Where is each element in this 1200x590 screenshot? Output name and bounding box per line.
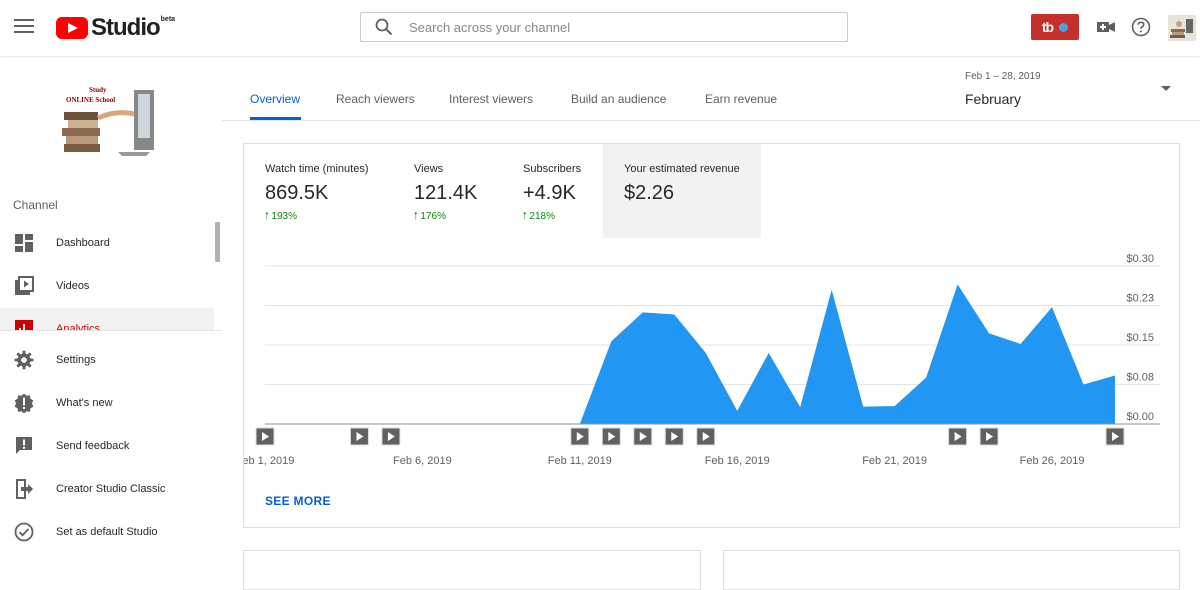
sidebar: Study ONLINE School Channel Dashboard Vi… (0, 56, 222, 565)
classic-studio-icon (16, 479, 33, 499)
video-marker-play-icon[interactable] (255, 427, 275, 446)
tubebuddy-label: tb (1041, 19, 1054, 35)
sidebar-item-send-feedback[interactable]: Send feedback (0, 425, 214, 467)
tab-overview[interactable]: Overview (250, 92, 300, 106)
sidebar-scrollbar[interactable] (215, 222, 220, 262)
sidebar-item-label: Creator Studio Classic (56, 483, 166, 495)
video-marker-play-icon[interactable] (979, 427, 999, 446)
sidebar-section-title: Channel (13, 198, 58, 212)
video-marker-play-icon[interactable] (601, 427, 621, 446)
x-tick-label: Feb 1, 2019 (244, 455, 294, 467)
gear-icon (14, 350, 34, 370)
y-tick-label: $0.30 (1126, 253, 1154, 265)
analytics-tabs: Overview Reach viewers Interest viewers … (222, 56, 1200, 121)
youtube-play-icon (56, 17, 88, 39)
channel-avatar[interactable]: Study ONLINE School (58, 84, 160, 160)
search-icon (375, 18, 393, 36)
feedback-icon (16, 437, 32, 454)
top-bar: Studio beta tb (0, 0, 1200, 56)
date-period-selector[interactable]: February (965, 91, 1021, 107)
video-marker-play-icon[interactable] (381, 427, 401, 446)
video-marker-play-icon[interactable] (696, 427, 716, 446)
secondary-card-right (723, 550, 1180, 590)
dashboard-icon (15, 234, 33, 252)
active-tab-indicator (250, 117, 301, 120)
logo-text: Studio (91, 14, 161, 41)
sidebar-divider (0, 330, 222, 331)
y-tick-label: $0.15 (1126, 332, 1154, 344)
logo-beta: beta (160, 16, 176, 23)
sidebar-item-videos[interactable]: Videos (0, 265, 214, 307)
y-tick-label: $0.23 (1126, 293, 1154, 305)
sidebar-item-dashboard[interactable]: Dashboard (0, 222, 214, 264)
sidebar-item-set-default-studio[interactable]: Set as default Studio (0, 511, 214, 553)
sidebar-item-whats-new[interactable]: What's new (0, 382, 214, 424)
x-tick-label: Feb 11, 2019 (548, 455, 612, 467)
date-range: Feb 1 – 28, 2019 (965, 71, 1041, 82)
hamburger-menu-icon[interactable] (14, 16, 34, 36)
status-dot (1059, 22, 1069, 32)
videos-icon (15, 276, 34, 295)
y-tick-label: $0.00 (1126, 411, 1154, 423)
channel-art-line2: ONLINE School (66, 96, 116, 104)
x-tick-label: Feb 26, 2019 (1020, 455, 1085, 467)
sidebar-item-label: Videos (56, 280, 90, 292)
video-marker-play-icon[interactable] (1105, 427, 1125, 446)
tab-interest-viewers[interactable]: Interest viewers (449, 92, 533, 106)
channel-art-line1: Study (89, 86, 107, 94)
video-marker-play-icon[interactable] (664, 427, 684, 446)
tab-reach-viewers[interactable]: Reach viewers (336, 92, 415, 106)
whats-new-icon (14, 393, 34, 413)
video-marker-play-icon[interactable] (349, 427, 369, 446)
overview-card: Watch time (minutes) 869.5K 🠑 193% Views… (243, 143, 1180, 528)
avatar[interactable] (1168, 15, 1196, 41)
help-icon[interactable] (1131, 17, 1151, 37)
sidebar-item-label: Dashboard (56, 237, 110, 249)
create-video-icon[interactable] (1096, 17, 1116, 37)
revenue-chart: $0.30 $0.23 $0.15 $0.08 $0.00 Feb 1, 2019 Feb … (244, 253, 1160, 467)
tubebuddy-button[interactable]: tb (1031, 14, 1079, 40)
search-input[interactable] (407, 18, 811, 36)
y-tick-label: $0.08 (1126, 372, 1154, 384)
video-marker-play-icon[interactable] (948, 427, 968, 446)
video-marker-play-icon[interactable] (570, 427, 590, 446)
x-tick-label: Feb 21, 2019 (862, 455, 927, 467)
x-tick-label: Feb 16, 2019 (705, 455, 770, 467)
main-content: Overview Reach viewers Interest viewers … (222, 56, 1200, 590)
tab-build-an-audience[interactable]: Build an audience (571, 92, 666, 106)
chevron-down-icon[interactable] (1161, 86, 1171, 91)
sidebar-item-creator-studio-classic[interactable]: Creator Studio Classic (0, 468, 214, 510)
see-more-link[interactable]: SEE MORE (265, 494, 331, 508)
sidebar-item-settings[interactable]: Settings (0, 339, 214, 381)
tab-earn-revenue[interactable]: Earn revenue (705, 92, 777, 106)
check-circle-icon (14, 522, 34, 542)
sidebar-item-label: Settings (56, 354, 96, 366)
video-marker-play-icon[interactable] (633, 427, 653, 446)
search-box[interactable] (360, 12, 848, 42)
sidebar-item-label: Send feedback (56, 440, 130, 452)
youtube-studio-logo[interactable]: Studio beta (56, 14, 175, 42)
secondary-card-left (243, 550, 701, 590)
sidebar-item-label: Set as default Studio (56, 526, 158, 538)
x-tick-label: Feb 6, 2019 (393, 455, 452, 467)
sidebar-item-label: What's new (56, 397, 113, 409)
